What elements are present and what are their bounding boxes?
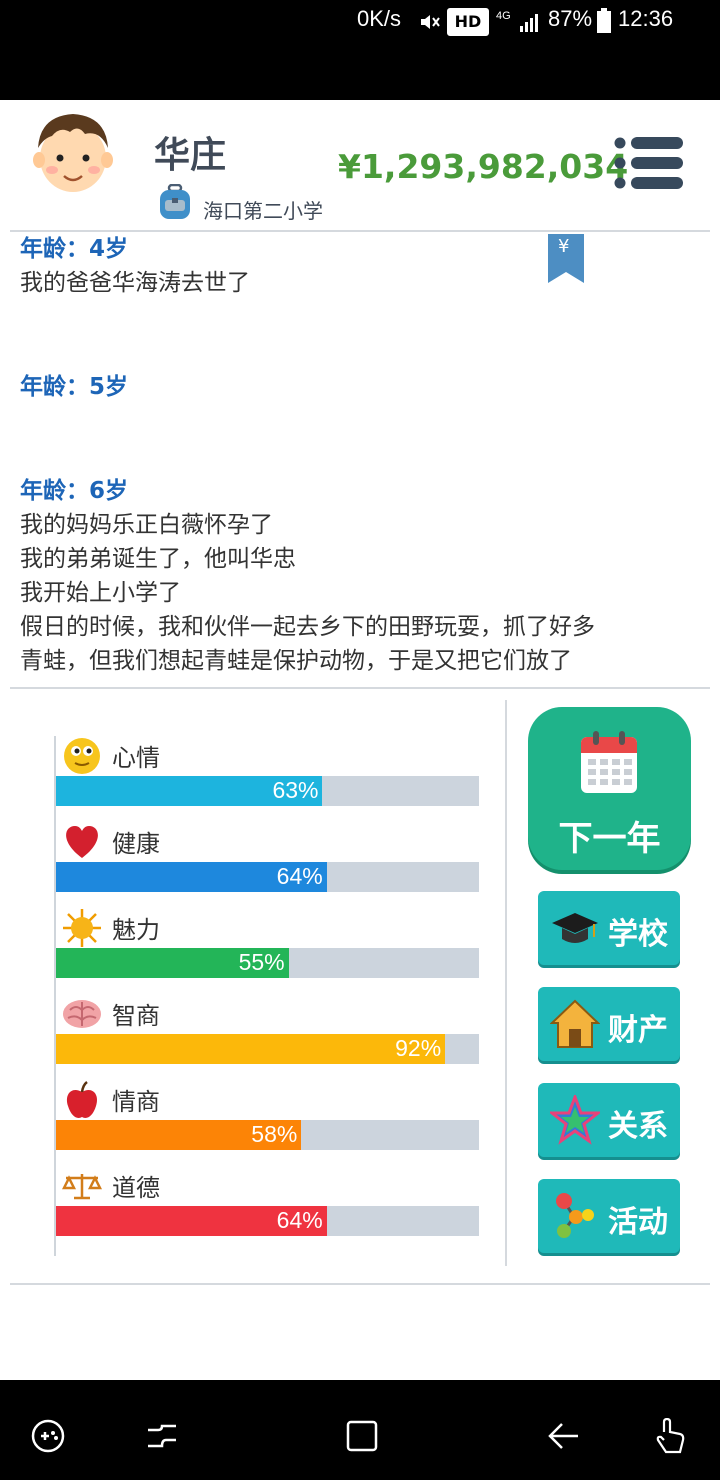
home-icon[interactable] (344, 1418, 380, 1454)
calendar-icon (581, 731, 637, 793)
stat-label: 情商 (112, 1088, 160, 1116)
bookmark-symbol: ¥ (558, 236, 570, 257)
stat-percent: 55% (238, 949, 285, 975)
relations-button-label: 关系 (608, 1109, 668, 1144)
age-heading: 年龄：5岁 (20, 374, 129, 400)
stat-bar-fill: 55% (56, 948, 289, 978)
stat-label: 健康 (112, 830, 160, 858)
stat-percent: 58% (251, 1121, 298, 1147)
log-event: 青蛙，但我们想起青蛙是保护动物，于是又把它们放了 (20, 648, 572, 674)
stat-bar: 55% (56, 948, 479, 978)
avatar[interactable] (30, 108, 116, 198)
log-event: 我的弟弟诞生了，他叫华忠 (20, 546, 296, 572)
smiley-icon (64, 738, 100, 774)
signal-icon (520, 14, 538, 32)
player-name: 华庄 (154, 135, 227, 176)
stat-bar: 58% (56, 1120, 479, 1150)
activities-button[interactable]: 活动 (538, 1179, 680, 1253)
stat-bar-fill: 64% (56, 1206, 327, 1236)
battery-icon (597, 8, 611, 33)
stat-label: 心情 (112, 744, 160, 772)
backpack-icon (160, 184, 190, 219)
stat-health: 健康 64% (56, 822, 480, 908)
log-entry-age-5: 年龄：5岁 (20, 370, 700, 404)
panel-divider (505, 700, 507, 1266)
sun-icon (63, 909, 101, 947)
school-button-label: 学校 (608, 917, 668, 952)
next-year-button[interactable]: 下一年 (528, 707, 691, 870)
money-balance: ¥1,293,982,034 (338, 147, 629, 186)
stat-eq: 情商 58% (56, 1080, 480, 1166)
log-divider (10, 687, 710, 689)
stat-label: 道德 (112, 1174, 160, 1202)
stat-iq: 智商 92% (56, 994, 480, 1080)
status-bar: 0K/s HD 4G 87% 12:36 (0, 0, 720, 100)
school-button[interactable]: 学校 (538, 891, 680, 965)
log-entry-age-4: 年龄：4岁 我的爸爸华海涛去世了 (20, 232, 700, 300)
stat-morality: 道德 64% (56, 1166, 480, 1252)
stat-bar-fill: 63% (56, 776, 323, 806)
stat-bar: 64% (56, 1206, 479, 1236)
stat-mood: 心情 63% (56, 736, 480, 822)
battery-percent: 87% (548, 6, 593, 31)
touch-lock-icon[interactable] (652, 1418, 688, 1454)
bottom-divider (10, 1283, 710, 1285)
next-year-label: 下一年 (558, 819, 661, 859)
relations-button[interactable]: 关系 (538, 1083, 680, 1157)
property-button[interactable]: 财产 (538, 987, 680, 1061)
stat-bar-fill: 92% (56, 1034, 446, 1064)
log-event: 我开始上小学了 (20, 580, 181, 606)
recent-apps-icon[interactable] (144, 1418, 180, 1454)
life-log[interactable]: 年龄：4岁 我的爸爸华海涛去世了 年龄：5岁 年龄：6岁 我的妈妈乐正白薇怀孕了… (20, 232, 700, 677)
age-heading: 年龄：4岁 (20, 236, 129, 262)
school-name: 海口第二小学 (203, 199, 323, 223)
stat-percent: 63% (272, 777, 319, 803)
activities-button-label: 活动 (608, 1205, 668, 1240)
log-event: 我的爸爸华海涛去世了 (20, 270, 250, 296)
brain-icon (63, 1000, 101, 1028)
hd-badge: HD (447, 8, 489, 36)
stat-percent: 92% (395, 1035, 442, 1061)
apple-icon (66, 1081, 98, 1118)
property-button-label: 财产 (608, 1013, 668, 1048)
star-icon (550, 1095, 600, 1145)
scales-icon (62, 1174, 102, 1200)
stat-bar-fill: 58% (56, 1120, 302, 1150)
stat-bar: 63% (56, 776, 479, 806)
stat-percent: 64% (276, 863, 323, 889)
bookmark-icon[interactable]: ¥ (547, 234, 585, 284)
log-event: 我的妈妈乐正白薇怀孕了 (20, 512, 273, 538)
clock: 12:36 (618, 6, 674, 31)
stats-panel: 心情 63% 健康 64% 魅力 55% 智商 92% 情商 58% 道德 64… (54, 736, 480, 1256)
heart-icon (66, 826, 98, 858)
stat-bar: 64% (56, 862, 479, 892)
graduation-cap-icon (552, 913, 598, 943)
molecule-icon (556, 1193, 594, 1238)
log-entry-age-6: 年龄：6岁 我的妈妈乐正白薇怀孕了 我的弟弟诞生了，他叫华忠 我开始上小学了 假… (20, 474, 700, 677)
stat-label: 智商 (112, 1002, 160, 1030)
log-gap (20, 404, 700, 474)
log-gap (20, 300, 700, 370)
stat-label: 魅力 (112, 916, 160, 944)
game-tools-icon[interactable] (30, 1418, 66, 1454)
stat-bar: 92% (56, 1034, 479, 1064)
house-icon (550, 999, 600, 1048)
menu-icon[interactable] (613, 135, 683, 191)
stat-charm: 魅力 55% (56, 908, 480, 994)
log-event: 假日的时候，我和伙伴一起去乡下的田野玩耍，抓了好多 (20, 614, 595, 640)
network-speed: 0K/s (357, 6, 402, 31)
back-icon[interactable] (546, 1418, 582, 1454)
mute-icon (421, 15, 440, 29)
stat-percent: 64% (276, 1207, 323, 1233)
age-heading: 年龄：6岁 (20, 478, 129, 504)
network-type: 4G (496, 10, 511, 22)
stat-bar-fill: 64% (56, 862, 327, 892)
